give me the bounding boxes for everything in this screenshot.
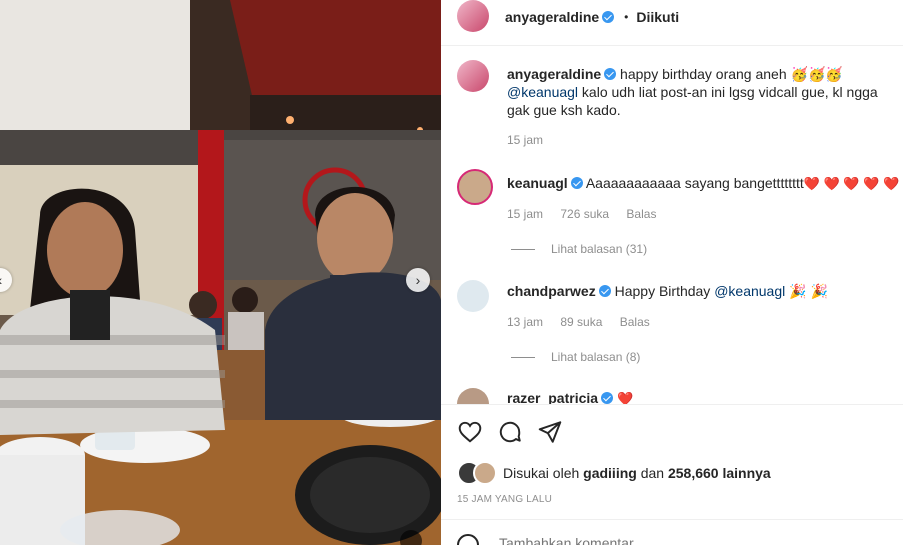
replies-line: [511, 356, 535, 358]
post-timestamp[interactable]: 15 JAM YANG LALU: [457, 494, 552, 505]
caption-username[interactable]: anyageraldine: [507, 66, 601, 82]
comment-mention[interactable]: @keanuagl: [714, 283, 785, 299]
commenter-avatar[interactable]: [457, 169, 493, 205]
heart-outline-icon[interactable]: [457, 419, 483, 445]
verified-badge-icon: [598, 285, 611, 297]
comment-text: Aaaaaaaaaaaa sayang bangetttttttt: [585, 175, 804, 191]
caption-time[interactable]: 15 jam: [507, 133, 543, 147]
comment-emoji: 🎉 🎉: [785, 283, 828, 299]
comment-hearts: ❤️: [616, 391, 634, 404]
post-details-panel: anyageraldine • Diikuti anyageraldine ha…: [441, 0, 903, 545]
photo-scene: [0, 0, 441, 545]
view-replies-label: Lihat balasan (8): [551, 350, 641, 364]
verified-badge-icon: [570, 177, 583, 189]
commenter-avatar[interactable]: [457, 280, 489, 312]
comment-likes[interactable]: 726 suka: [560, 207, 609, 221]
reply-button[interactable]: Balas: [620, 315, 650, 329]
likes-summary: Disukai oleh gadiiing dan 258,660 lainny…: [457, 461, 771, 485]
verified-badge-icon: [602, 11, 615, 23]
next-arrow-icon[interactable]: ›: [406, 268, 430, 292]
caption-avatar[interactable]: [457, 60, 489, 92]
view-replies-button[interactable]: Lihat balasan (31): [511, 242, 647, 256]
comment-time[interactable]: 13 jam: [507, 315, 543, 329]
verified-badge-icon: [604, 68, 617, 80]
view-replies-label: Lihat balasan (31): [551, 242, 648, 256]
comment-text: Happy Birthday: [614, 283, 715, 299]
follow-status[interactable]: Diikuti: [636, 9, 679, 25]
comment-input[interactable]: [497, 534, 881, 545]
commenter-avatar[interactable]: [457, 388, 489, 404]
commenter-username[interactable]: chandparwez: [507, 283, 596, 299]
actions-divider: [441, 404, 903, 405]
replies-line: [511, 248, 535, 250]
caption-text: happy birthday orang aneh 🥳🥳🥳: [620, 66, 843, 82]
liker-avatar[interactable]: [473, 461, 497, 485]
comment-hearts: ❤️ ❤️ ❤️ ❤️ ❤️: [803, 176, 900, 191]
author-username[interactable]: anyageraldine: [505, 9, 599, 25]
comment-likes[interactable]: 89 suka: [560, 315, 602, 329]
reply-button[interactable]: Balas: [626, 207, 656, 221]
separator-dot: •: [624, 10, 629, 24]
likes-prefix: Disukai oleh: [503, 465, 584, 481]
emoji-icon[interactable]: [457, 534, 479, 545]
comment-input-row: [441, 520, 903, 545]
author-avatar[interactable]: [457, 0, 489, 32]
header-divider: [441, 45, 903, 46]
likes-suffix[interactable]: lainnya: [719, 465, 770, 481]
likes-count[interactable]: 258,660: [668, 465, 719, 481]
commenter-username[interactable]: razer_patricia: [507, 390, 598, 404]
mute-icon[interactable]: [400, 530, 422, 545]
post-photo[interactable]: ‹ ›: [0, 0, 441, 545]
view-replies-button[interactable]: Lihat balasan (8): [511, 350, 640, 364]
post-header: anyageraldine • Diikuti: [441, 0, 903, 34]
send-icon[interactable]: [537, 419, 563, 445]
caption-mention[interactable]: @keanuagl: [507, 84, 578, 100]
comment-time[interactable]: 15 jam: [507, 207, 543, 221]
comment-icon[interactable]: [497, 419, 523, 445]
likes-middle: dan: [636, 465, 668, 481]
liked-by-user[interactable]: gadiiing: [583, 465, 637, 481]
commenter-username[interactable]: keanuagl: [507, 175, 568, 191]
verified-badge-icon: [601, 392, 614, 404]
comment-item: razer_patricia ❤️: [441, 384, 903, 404]
